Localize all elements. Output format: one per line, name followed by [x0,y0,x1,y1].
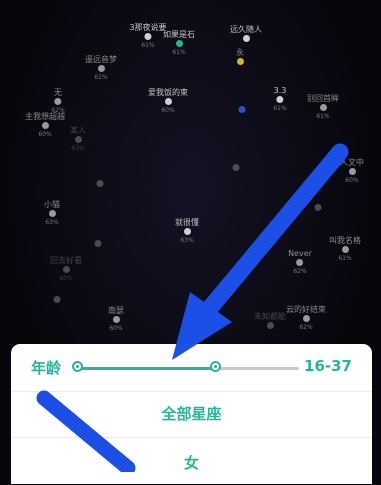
user-node[interactable] [94,240,102,249]
age-range-value: 16-37 [304,357,352,375]
user-node[interactable]: 别回首眸 61% [307,94,339,121]
user-node[interactable]: 无 62% [51,88,64,115]
user-node[interactable]: 人文中 60% [340,158,364,185]
user-node[interactable]: 如果是石 61% [163,30,195,57]
age-label: 年龄 [31,359,62,377]
user-node[interactable]: 爱我饭的束 60% [148,88,188,115]
user-node[interactable]: 主我想超越 60% [25,112,65,139]
user-node[interactable] [232,164,240,173]
age-range-slider[interactable] [72,361,299,372]
user-node[interactable] [53,296,61,305]
user-node[interactable]: 云的好结束 62% [286,305,326,332]
user-node[interactable] [96,180,104,189]
user-node[interactable]: 永 [236,48,244,67]
divider [11,437,372,438]
age-min-handle[interactable] [72,361,83,372]
user-node[interactable]: 3.3 61% [273,86,286,113]
user-node[interactable]: Never 62% [288,249,312,276]
age-filter-row: 年龄 16-37 [11,344,372,390]
age-max-handle[interactable] [209,361,221,372]
user-node[interactable]: 就很懂 63% [175,218,199,245]
user-node[interactable]: 远久随人 [230,25,262,44]
user-node[interactable] [314,204,322,213]
user-node[interactable]: 某人 63% [70,126,86,153]
age-range-fill [77,367,215,370]
user-node[interactable]: 小猫 63% [44,200,60,227]
user-node[interactable]: 遥远音梦 61% [85,55,117,82]
user-node[interactable]: 南瑟 60% [108,306,124,333]
gender-option[interactable]: 女 [11,441,372,485]
user-node[interactable]: 未知都能 [254,312,286,331]
user-node[interactable]: 回去好看 60% [50,256,82,283]
user-node[interactable]: 叫我名格 61% [329,236,361,263]
filter-sheet: 年龄 16-37 全部星座 女 [11,344,372,484]
user-node[interactable] [238,106,246,115]
zodiac-option[interactable]: 全部星座 [11,392,372,436]
user-node[interactable]: 3那夜说要 61% [129,23,166,50]
